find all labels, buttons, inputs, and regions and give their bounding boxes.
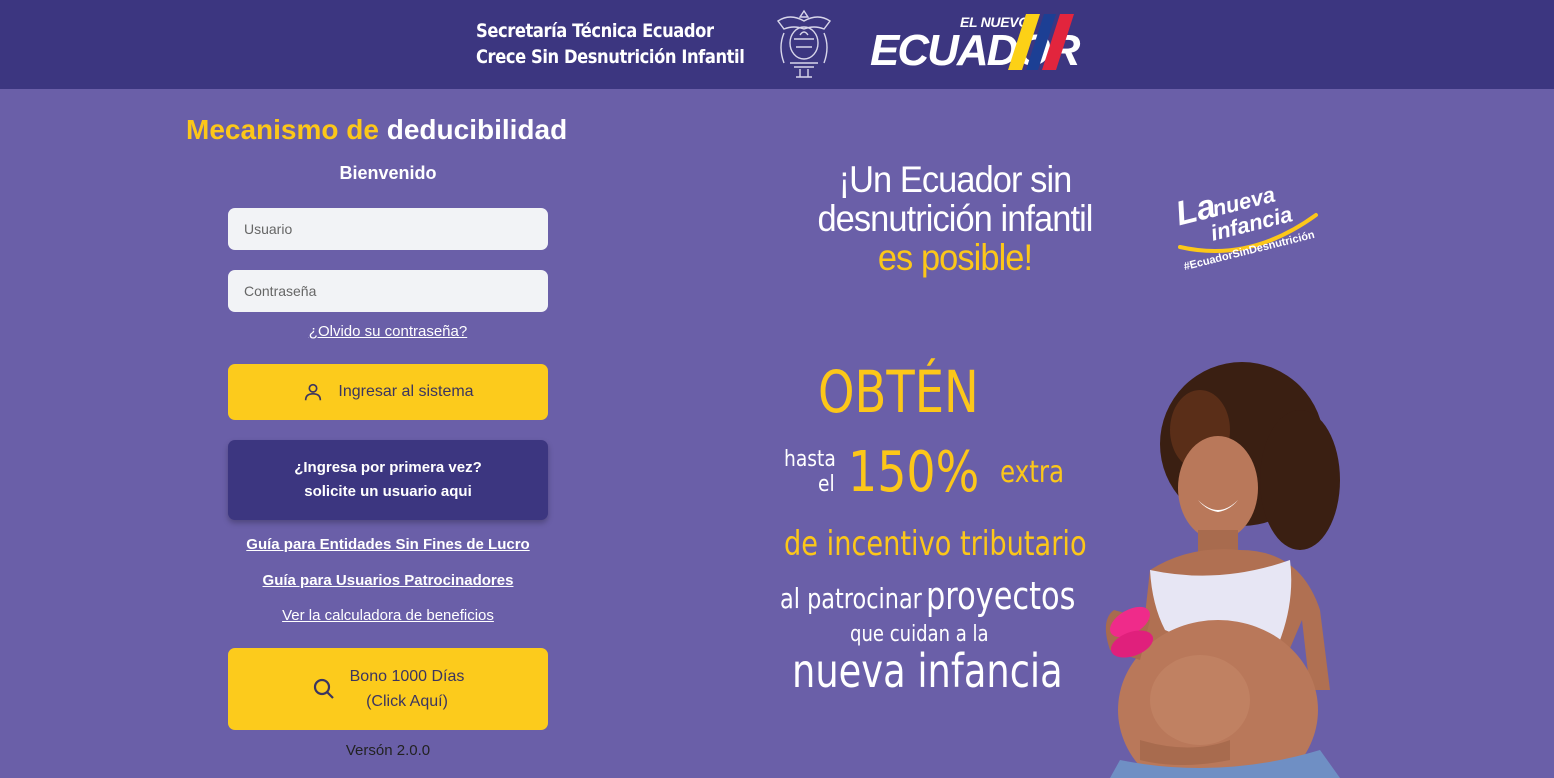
user-icon [305,383,322,401]
request-user-line1: ¿Ingresa por primera vez? [294,459,482,476]
promo-percent: 150% [848,440,980,505]
request-user-line2: solicite un usuario aqui [304,483,472,500]
promo-obten: OBTÉN [818,358,979,426]
flag-stripes-icon [1008,14,1074,70]
username-input[interactable] [228,208,548,250]
agency-title-line1: Secretaría Técnica Ecuador [476,20,714,42]
search-icon [313,678,334,699]
pregnant-woman-image [1105,362,1340,778]
login-button-label: Ingresar al sistema [338,383,474,400]
bono-line1: Bono 1000 Días [349,668,465,685]
request-user-button[interactable]: ¿Ingresa por primera vez? solicite un us… [228,440,548,520]
bono-1000-dias-button[interactable]: Bono 1000 Días (Click Aquí) [228,648,548,730]
promo-nueva-infancia: nueva infancia [792,644,1063,698]
promo-extra: extra [1000,455,1065,490]
slogan-line2: desnutrición infantil [817,198,1093,239]
agency-title-line2: Crece Sin Desnutrición Infantil [476,46,745,68]
forgot-password-link[interactable]: ¿Olvido su contraseña? [228,323,548,340]
promo-proyectos: proyectos [926,574,1076,618]
slogan-line1: ¡Un Ecuador sin [838,159,1073,200]
version-label: Versón 2.0.0 [345,742,431,759]
app-title-part2: deducibilidad [386,114,568,145]
guide-sponsors-link[interactable]: Guía para Usuarios Patrocinadores [228,572,548,589]
password-input[interactable] [228,270,548,312]
bono-line2: (Click Aquí) [366,693,448,710]
promo-el: el [818,472,835,497]
promo-hasta: hasta [784,447,836,472]
app-title-part1: Mecanismo de [186,114,379,145]
la-nueva-infancia-logo: La nueva infancia #EcuadorSinDesnutrició… [1170,182,1330,285]
welcome-heading: Bienvenido [339,163,437,183]
login-button[interactable]: Ingresar al sistema [228,364,548,420]
guide-nonprofit-link[interactable]: Guía para Entidades Sin Fines de Lucro [228,536,548,553]
hero-slogan: ¡Un Ecuador sin desnutrición infantil es… [774,160,1137,277]
promo-al-patrocinar: al patrocinar [780,582,922,615]
el-nuevo-ecuador-logo: EL NUEVO ECUADOR [868,14,1083,76]
agency-title: Secretaría Técnica Ecuador Crece Sin Des… [476,18,745,70]
benefits-calculator-link[interactable]: Ver la calculadora de beneficios [228,607,548,624]
coat-of-arms-icon [776,9,832,78]
app-title: Mecanismo de deducibilidad [186,114,567,146]
promo-incentivo: de incentivo tributario [784,524,1087,564]
slogan-line3: es posible! [877,237,1033,278]
bono-button-label: Bono 1000 Días (Click Aquí) [350,664,465,714]
top-header: Secretaría Técnica Ecuador Crece Sin Des… [0,0,1554,89]
